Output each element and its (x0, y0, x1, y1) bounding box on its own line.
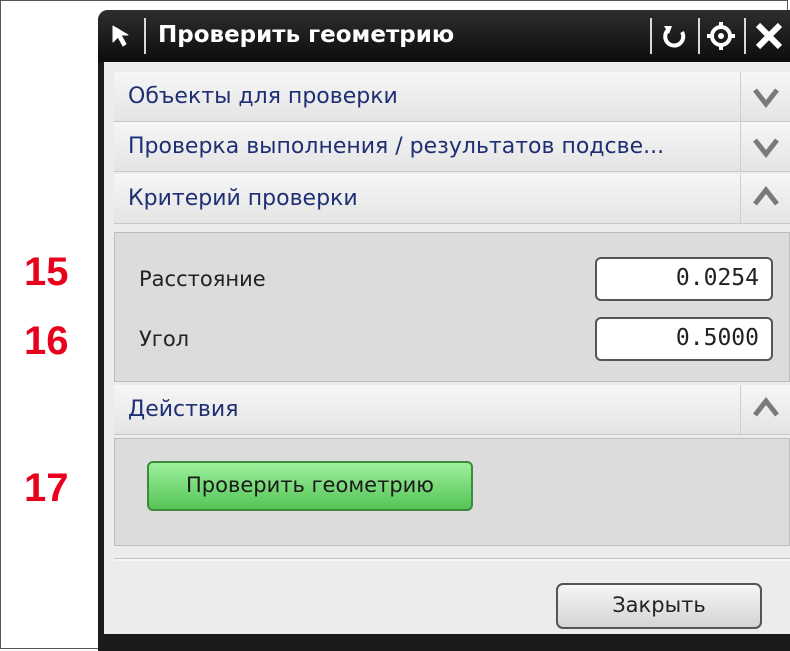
gear-icon[interactable] (704, 18, 738, 54)
dialog-title: Проверить геометрию (158, 22, 455, 48)
actions-panel: Проверить геометрию (114, 438, 790, 546)
dialog-body: Объекты для проверки Проверка выполнения… (104, 62, 790, 634)
distance-input[interactable]: 0.0254 (595, 257, 773, 301)
callout-15: 15 (24, 250, 69, 294)
callout-17: 17 (24, 466, 69, 510)
distance-label: Расстояние (139, 267, 266, 291)
title-separator (698, 18, 700, 54)
title-separator (144, 18, 146, 54)
chevron-up-icon[interactable] (740, 174, 790, 223)
title-separator (650, 18, 652, 54)
chevron-down-icon[interactable] (740, 122, 790, 171)
section-header-criteria[interactable]: Критерий проверки (114, 174, 790, 224)
criteria-panel: Расстояние 0.0254 Угол 0.5000 (114, 232, 790, 382)
chevron-up-icon[interactable] (740, 385, 790, 434)
dialog-titlebar: Проверить геометрию (98, 10, 790, 62)
check-geometry-dialog: Проверить геометрию Объекты для проверки… (98, 10, 790, 651)
section-label: Критерий проверки (128, 186, 358, 211)
close-icon[interactable] (752, 18, 786, 54)
footer-divider (114, 558, 790, 561)
section-header-objects[interactable]: Объекты для проверки (114, 72, 790, 122)
title-separator (744, 18, 746, 54)
callout-16: 16 (24, 319, 69, 363)
check-geometry-button[interactable]: Проверить геометрию (147, 461, 473, 511)
section-label: Проверка выполнения / результатов подсве… (128, 134, 665, 159)
close-button[interactable]: Закрыть (556, 583, 762, 629)
section-label: Объекты для проверки (128, 84, 398, 109)
angle-label: Угол (139, 327, 190, 351)
section-header-actions[interactable]: Действия (114, 385, 790, 435)
select-arrow-icon[interactable] (110, 23, 136, 49)
angle-input[interactable]: 0.5000 (595, 317, 773, 361)
reset-icon[interactable] (658, 18, 692, 54)
section-header-highlight[interactable]: Проверка выполнения / результатов подсве… (114, 122, 790, 172)
section-label: Действия (128, 397, 239, 422)
chevron-down-icon[interactable] (740, 72, 790, 121)
